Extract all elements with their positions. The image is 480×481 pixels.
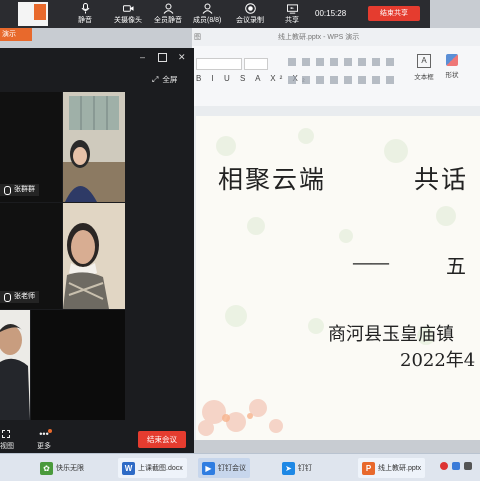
wps-ribbon: B I U S A X² X₂ A 文本框 形状 [192,46,480,107]
close-icon[interactable]: ✕ [178,52,186,63]
slide-title-right: 共话 [414,165,469,194]
members-icon [202,3,213,14]
task-label: 线上教研.pptx [378,465,422,472]
shape-label: 形状 [445,72,459,79]
font-size-box[interactable] [244,58,268,70]
share-screen-icon [286,3,298,14]
text-box-button[interactable]: A 文本框 [412,54,436,81]
name-tag: 张老师 [0,291,39,303]
end-share-button[interactable]: 结束共享 [368,6,420,21]
video-tile-participant-6[interactable] [31,310,125,420]
wps-tab-fragment[interactable]: 图 [194,32,201,42]
presentation-icon: P [362,461,375,475]
record-icon [244,3,256,14]
view-button[interactable]: 视图 [0,430,14,451]
text-box-icon: A [417,54,431,68]
task-item-dingtalk[interactable]: ➤ 钉钉 [278,458,316,478]
members-button[interactable]: 成员(8/8) [193,3,221,27]
participant-video-image [63,92,125,202]
participant-video-image [0,310,30,420]
task-item-dingtalk-meeting[interactable]: ▶ 钉钉会议 [198,458,250,478]
task-item-word-doc[interactable]: W 上课截图.docx [118,458,187,478]
doc-icon [34,4,46,20]
record-button[interactable]: 会议录制 [236,3,264,27]
wps-title-bar: 线上教研.pptx - WPS 演示 图 [192,28,480,46]
view-grid-icon [2,430,10,438]
camera-off-label: 关摄像头 [114,17,142,24]
video-tile-participant-5[interactable] [0,310,30,420]
slide-dash: —— [352,250,390,274]
share-label: 共享 [285,17,299,24]
paragraph-buttons[interactable] [288,58,398,66]
slide-date: 2022年4 [400,350,476,371]
slide-school: 商河县玉皇庙镇 [328,324,454,345]
video-panel: – ✕ ⤢ 全屏 张群群 张老师 视图 ••• 更多 [0,48,194,453]
mute-label: 静音 [78,17,92,24]
members-label: 成员(8/8) [193,17,222,24]
video-tile-participant-2[interactable] [63,92,125,202]
dingtalk-meeting-icon: ▶ [202,461,215,475]
shape-icon [446,54,458,66]
video-tile-participant-1[interactable]: 张群群 [0,92,62,202]
fullscreen-label: 全屏 [162,75,178,84]
task-item-kuaile[interactable]: ✿ 快乐无限 [36,458,88,478]
mute-all-label: 全员静音 [154,17,182,24]
text-box-label: 文本框 [414,74,434,81]
meeting-toolbar: 静音 关摄像头 全员静音 成员(8/8) 会议录制 共享 00:15:28 结束… [0,0,430,28]
font-name-box[interactable] [196,58,242,70]
slide-title-left: 相聚云端 [218,165,327,194]
more-label: 更多 [37,443,51,450]
end-meeting-button[interactable]: 结束会议 [138,431,186,448]
minimize-icon[interactable]: – [140,52,145,62]
fullscreen-button[interactable]: ⤢ 全屏 [152,74,177,85]
participant-name: 张老师 [14,293,35,300]
notification-dot [48,429,52,433]
window-controls: – ✕ [136,52,192,64]
word-icon: W [122,461,135,475]
shared-doc-thumbnail [18,2,48,26]
camera-off-button[interactable]: 关摄像头 [114,3,142,27]
mute-all-icon [163,3,174,14]
record-label: 会议录制 [236,17,264,24]
task-label: 快乐无限 [56,465,84,472]
meeting-duration: 00:15:28 [315,9,347,18]
video-tile-participant-3[interactable]: 张老师 [0,203,62,309]
task-label: 上课截图.docx [138,465,183,472]
task-item-pptx[interactable]: P 线上教研.pptx [358,458,426,478]
maximize-icon[interactable] [158,53,167,62]
app-icon: ✿ [40,461,53,475]
taskbar: ✿ 快乐无限 W 上课截图.docx ▶ 钉钉会议 ➤ 钉钉 P 线上教研.pp… [0,453,480,481]
video-tile-participant-4[interactable] [63,203,125,309]
mic-muted-icon [4,292,11,302]
view-label: 视图 [0,443,14,450]
shape-button[interactable]: 形状 [440,54,464,79]
camera-icon [122,3,134,14]
slide: 相聚云端 共话 —— 五 商河县玉皇庙镇 2022年4 [196,116,480,440]
wps-edit-tab-label: 演示 [2,31,16,38]
fullscreen-icon: ⤢ [152,74,159,84]
more-button[interactable]: ••• 更多 [34,429,54,451]
microphone-icon [80,3,91,14]
tray-icons [440,462,472,470]
mute-all-button[interactable]: 全员静音 [154,3,182,27]
wps-edit-tab[interactable]: 演示 [0,28,32,41]
mute-button[interactable]: 静音 [78,3,92,27]
participant-name: 张群群 [14,186,35,193]
tray-app-icon[interactable] [464,462,472,470]
mic-muted-icon [4,185,11,195]
name-tag: 张群群 [0,184,39,196]
task-label: 钉钉 [298,465,312,472]
tray-app-icon[interactable] [452,462,460,470]
share-button[interactable]: 共享 [285,3,299,27]
slide-subtitle: 五 [446,254,466,278]
align-buttons[interactable] [288,76,398,84]
wps-window-title: 线上教研.pptx - WPS 演示 [278,34,360,41]
dingtalk-icon: ➤ [282,461,295,475]
participant-video-image [63,203,125,309]
tray-app-icon[interactable] [440,462,448,470]
task-label: 钉钉会议 [218,465,246,472]
